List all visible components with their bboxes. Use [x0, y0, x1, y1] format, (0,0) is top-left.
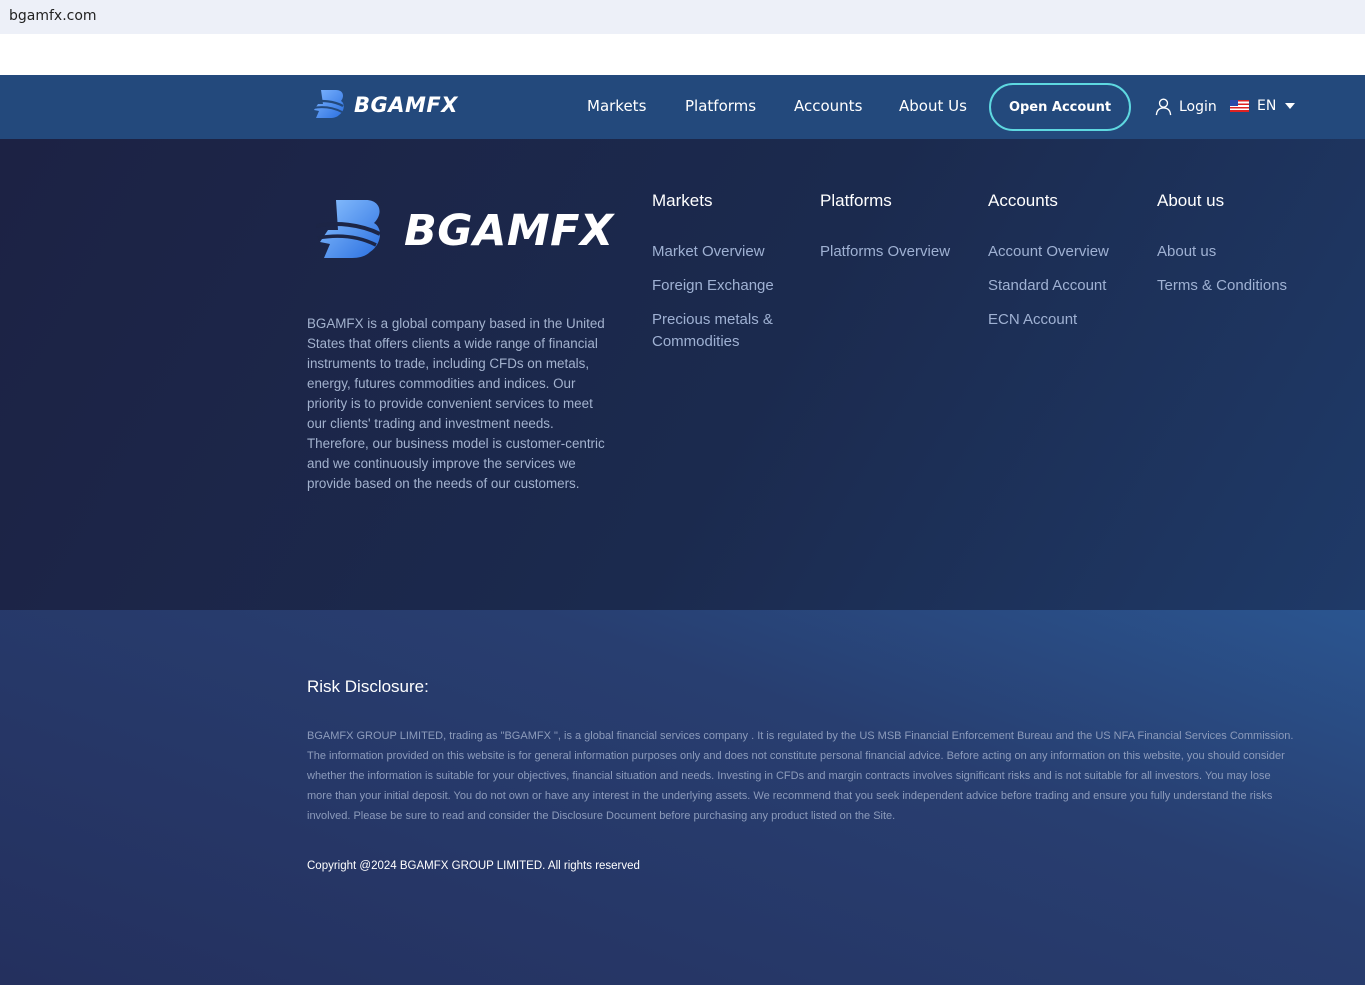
link-market-overview[interactable]: Market Overview: [652, 241, 792, 263]
link-platforms-overview[interactable]: Platforms Overview: [820, 241, 950, 263]
nav-about-us[interactable]: About Us: [899, 97, 967, 115]
login-link[interactable]: Login: [1154, 97, 1217, 116]
bgamfx-logo-icon: [316, 200, 381, 258]
footer-column-about: About us About us Terms & Conditions: [1157, 191, 1287, 309]
top-spacer: [0, 34, 1365, 75]
url-text[interactable]: bgamfx.com: [9, 8, 97, 24]
column-title: Platforms: [820, 191, 892, 210]
link-about-us[interactable]: About us: [1157, 241, 1287, 263]
open-account-button[interactable]: Open Account: [989, 83, 1131, 131]
link-precious-metals[interactable]: Precious metals & Commodities: [652, 309, 792, 353]
company-description: BGAMFX is a global company based in the …: [307, 316, 605, 491]
nav-accounts[interactable]: Accounts: [794, 97, 862, 115]
footer-logo-text: BGAMFX: [404, 206, 614, 256]
column-title: About us: [1157, 191, 1225, 210]
link-standard-account[interactable]: Standard Account: [988, 275, 1109, 297]
link-terms-conditions[interactable]: Terms & Conditions: [1157, 275, 1287, 297]
footer-bottom: Risk Disclosure: BGAMFX GROUP LIMITED, t…: [0, 610, 1365, 985]
column-title: Markets: [652, 191, 713, 210]
footer-logo[interactable]: BGAMFX: [316, 197, 614, 265]
us-flag-icon: [1230, 100, 1249, 112]
link-foreign-exchange[interactable]: Foreign Exchange: [652, 275, 792, 297]
user-icon: [1155, 98, 1172, 116]
header-logo[interactable]: BGAMFX: [312, 85, 458, 125]
risk-disclosure-title: Risk Disclosure:: [307, 677, 429, 696]
column-title: Accounts: [988, 191, 1058, 210]
header-logo-text: BGAMFX: [354, 93, 458, 117]
copyright-text: Copyright @2024 BGAMFX GROUP LIMITED. Al…: [307, 860, 640, 872]
bgamfx-logo-icon: [312, 90, 344, 118]
risk-disclosure-text: BGAMFX GROUP LIMITED, trading as "BGAMFX…: [307, 730, 1294, 822]
header-navbar: BGAMFX Markets Platforms Accounts About …: [0, 75, 1365, 139]
nav-markets[interactable]: Markets: [587, 97, 646, 115]
link-account-overview[interactable]: Account Overview: [988, 241, 1109, 263]
link-ecn-account[interactable]: ECN Account: [988, 309, 1109, 331]
language-label: EN: [1257, 98, 1277, 114]
language-selector[interactable]: EN: [1230, 98, 1296, 114]
footer-column-accounts: Accounts Account Overview Standard Accou…: [988, 191, 1109, 343]
footer-top: BGAMFX BGAMFX is a global company based …: [0, 139, 1365, 610]
browser-address-bar[interactable]: bgamfx.com: [0, 0, 1365, 34]
nav-platforms[interactable]: Platforms: [685, 97, 756, 115]
footer-column-markets: Markets Market Overview Foreign Exchange…: [652, 191, 792, 365]
footer-column-platforms: Platforms Platforms Overview: [820, 191, 950, 275]
chevron-down-icon: [1285, 103, 1296, 109]
login-label: Login: [1179, 98, 1217, 115]
